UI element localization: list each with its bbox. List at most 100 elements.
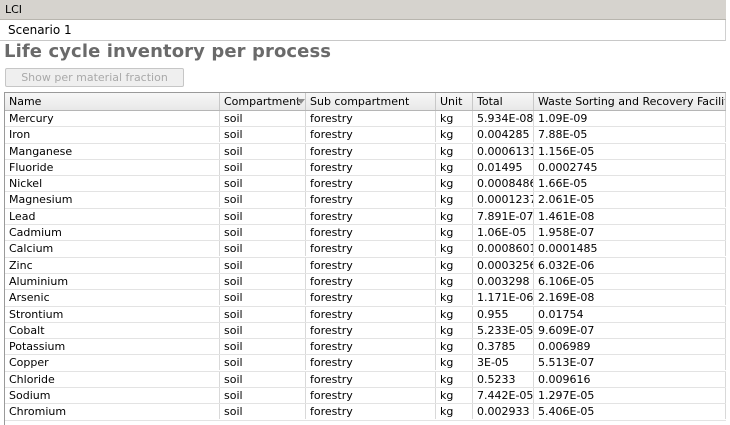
table-row[interactable]: Lead soil forestry kg 7.891E-07 1.461E-08 [5, 208, 726, 226]
facility-value-cell: 6.032E-06 [534, 257, 726, 273]
table-row[interactable]: Cadmium soil forestry kg 1.06E-05 1.958E-07 [5, 225, 726, 242]
name-cell: Sodium [5, 388, 220, 404]
table-row[interactable]: Mercury soil forestry kg 5.934E-08 1.09E-09 [5, 111, 726, 128]
compartment-cell: soil [220, 404, 306, 420]
table-row[interactable]: Manganese soil forestry kg 0.0006131 1.156E-0… [5, 143, 726, 160]
compartment-cell: soil [220, 176, 306, 192]
unit-cell: kg [436, 404, 473, 420]
sub-compartment-cell: forestry [306, 257, 436, 273]
unit-cell: kg [436, 192, 473, 208]
sub-compartment-cell: forestry [306, 404, 436, 420]
table-row[interactable]: Chromium soil forestry kg 0.002933 5.406E-05 [5, 404, 726, 421]
total-cell: 5.233E-05 [473, 322, 534, 338]
unit-cell: kg [436, 257, 473, 273]
facility-value-cell: 0.0002745 [534, 159, 726, 175]
facility-value-cell: 7.88E-05 [534, 127, 726, 143]
column-header-unit[interactable]: Unit [436, 93, 473, 110]
compartment-cell: soil [220, 159, 306, 175]
column-header-name[interactable]: Name [5, 93, 220, 110]
total-cell: 7.442E-05 [473, 388, 534, 404]
table-row[interactable]: Chloride soil forestry kg 0.5233 0.009616 [5, 371, 726, 389]
table-row[interactable]: Copper soil forestry kg 3E-05 5.513E-07 [5, 355, 726, 372]
total-cell: 0.0006131 [473, 143, 534, 159]
unit-cell: kg [436, 322, 473, 338]
scenario-header: Scenario 1 [0, 20, 726, 41]
compartment-cell: soil [220, 388, 306, 404]
unit-cell: kg [436, 208, 473, 224]
sub-compartment-cell: forestry [306, 306, 436, 322]
sub-compartment-cell: forestry [306, 192, 436, 208]
sub-compartment-cell: forestry [306, 339, 436, 355]
column-header-sub-compartment[interactable]: Sub compartment [306, 93, 436, 110]
name-cell: Chromium [5, 404, 220, 420]
unit-cell: kg [436, 306, 473, 322]
unit-cell: kg [436, 176, 473, 192]
unit-cell: kg [436, 127, 473, 143]
compartment-cell: soil [220, 225, 306, 241]
total-cell: 7.891E-07 [473, 208, 534, 224]
column-header-total[interactable]: Total [473, 93, 534, 110]
sub-compartment-cell: forestry [306, 290, 436, 306]
name-cell: Mercury [5, 111, 220, 126]
total-cell: 5.934E-08 [473, 111, 534, 126]
unit-cell: kg [436, 388, 473, 404]
table-row[interactable]: Strontium soil forestry kg 0.955 0.01754 [5, 306, 726, 323]
total-cell: 3E-05 [473, 355, 534, 371]
unit-cell: kg [436, 111, 473, 126]
unit-cell: kg [436, 371, 473, 387]
facility-value-cell: 9.609E-07 [534, 322, 726, 338]
column-header-waste-sorting[interactable]: Waste Sorting and Recovery Facility [534, 93, 726, 110]
table-row[interactable]: Calcium soil forestry kg 0.0008601 0.0001485 [5, 241, 726, 258]
table-row[interactable]: Sodium soil forestry kg 7.442E-05 1.297E-05 [5, 388, 726, 405]
compartment-cell: soil [220, 257, 306, 273]
facility-value-cell: 2.169E-08 [534, 290, 726, 306]
compartment-cell: soil [220, 371, 306, 387]
show-per-material-fraction-button[interactable]: Show per material fraction [5, 68, 184, 87]
facility-value-cell: 0.006989 [534, 339, 726, 355]
facility-value-cell: 0.009616 [534, 371, 726, 387]
table-row[interactable]: Potassium soil forestry kg 0.3785 0.006989 [5, 339, 726, 356]
facility-value-cell: 0.01754 [534, 306, 726, 322]
sub-compartment-cell: forestry [306, 111, 436, 126]
total-cell: 0.004285 [473, 127, 534, 143]
compartment-cell: soil [220, 355, 306, 371]
column-header-compartment[interactable]: Compartment [220, 93, 306, 110]
table-body: Mercury soil forestry kg 5.934E-08 1.09E-09 Ir… [5, 111, 726, 421]
facility-value-cell: 1.66E-05 [534, 176, 726, 192]
facility-value-cell: 1.461E-08 [534, 208, 726, 224]
unit-cell: kg [436, 241, 473, 257]
compartment-cell: soil [220, 290, 306, 306]
table-row[interactable]: Zinc soil forestry kg 0.0003256 6.032E-06 [5, 257, 726, 274]
table-row[interactable]: Aluminium soil forestry kg 0.003298 6.106E-05 [5, 273, 726, 291]
table-row[interactable]: Nickel soil forestry kg 0.0008486 1.66E-05 [5, 176, 726, 193]
compartment-cell: soil [220, 192, 306, 208]
table-row[interactable]: Fluoride soil forestry kg 0.01495 0.0002745 [5, 159, 726, 177]
table-row[interactable]: Iron soil forestry kg 0.004285 7.88E-05 [5, 127, 726, 144]
name-cell: Chloride [5, 371, 220, 387]
sub-compartment-cell: forestry [306, 355, 436, 371]
inventory-table: Name Compartment Sub compartment Unit To… [4, 92, 726, 425]
sub-compartment-cell: forestry [306, 176, 436, 192]
facility-value-cell: 1.958E-07 [534, 225, 726, 241]
total-cell: 0.3785 [473, 339, 534, 355]
window-title: LCI [5, 3, 23, 16]
name-cell: Fluoride [5, 159, 220, 175]
name-cell: Nickel [5, 176, 220, 192]
table-row[interactable]: Cobalt soil forestry kg 5.233E-05 9.609E-07 [5, 322, 726, 340]
total-cell: 0.002933 [473, 404, 534, 420]
compartment-cell: soil [220, 111, 306, 126]
name-cell: Lead [5, 208, 220, 224]
name-cell: Arsenic [5, 290, 220, 306]
total-cell: 0.5233 [473, 371, 534, 387]
total-cell: 1.171E-06 [473, 290, 534, 306]
sub-compartment-cell: forestry [306, 388, 436, 404]
table-row[interactable]: Magnesium soil forestry kg 0.0001237 2.061E-0… [5, 192, 726, 209]
table-row[interactable]: Arsenic soil forestry kg 1.171E-06 2.169E-08 [5, 290, 726, 307]
sub-compartment-cell: forestry [306, 371, 436, 387]
compartment-cell: soil [220, 306, 306, 322]
sub-compartment-cell: forestry [306, 159, 436, 175]
name-cell: Manganese [5, 143, 220, 159]
total-cell: 0.0008486 [473, 176, 534, 192]
unit-cell: kg [436, 159, 473, 175]
unit-cell: kg [436, 339, 473, 355]
